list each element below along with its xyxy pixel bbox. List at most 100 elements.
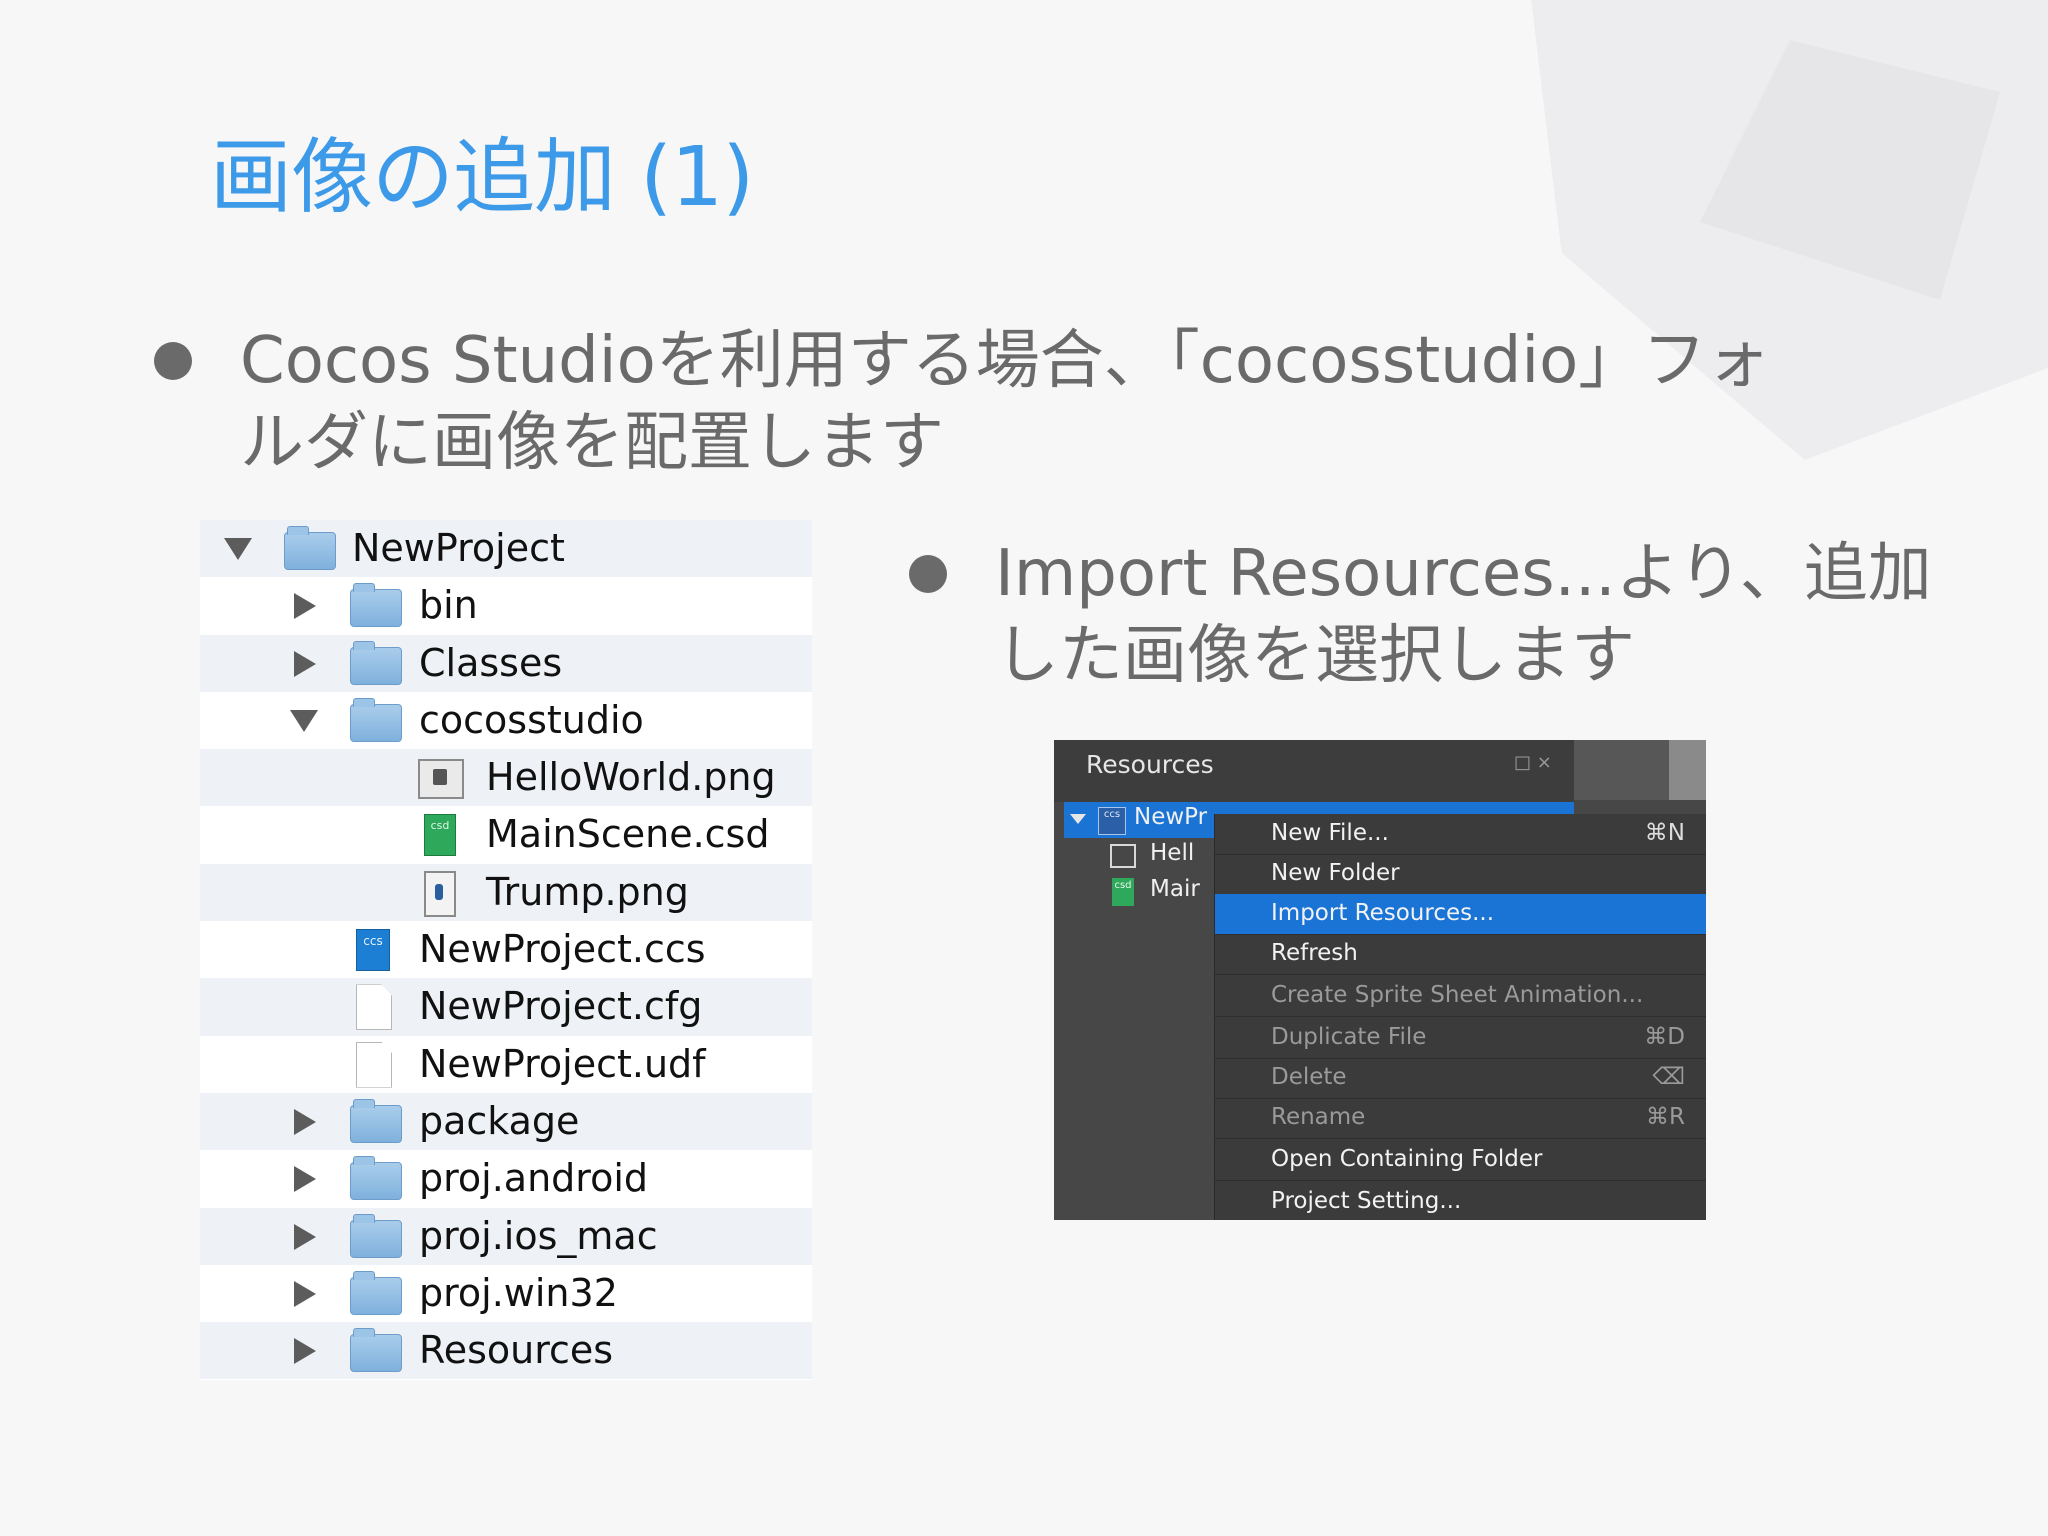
tree-row-label: NewProject.cfg	[419, 984, 703, 1029]
disclosure-down-icon[interactable]	[290, 709, 318, 732]
folder-icon	[350, 1098, 402, 1143]
menu-item-rename[interactable]: Rename ⌘R	[1215, 1098, 1706, 1139]
document-icon	[356, 984, 392, 1031]
bullet-import-resources: Import Resources...より、追加 した画像を選択します	[909, 533, 1932, 697]
tree-row-label: NewProject.udf	[419, 1041, 706, 1086]
tree-row-label: proj.android	[419, 1156, 649, 1201]
panel-header: Resources □ ×	[1054, 740, 1574, 802]
folder-icon	[350, 697, 402, 742]
bullet-text-line2: ルダに画像を配置します	[240, 406, 944, 480]
folder-icon	[350, 1156, 402, 1201]
png-file-icon	[418, 759, 464, 800]
menu-item-label: Delete	[1271, 1064, 1347, 1090]
panel-scrollbar[interactable]	[1669, 740, 1706, 800]
tree-row-cocosstudio[interactable]: cocosstudio	[200, 692, 812, 749]
tree-row-label: proj.ios_mac	[419, 1213, 658, 1258]
menu-item-label: New File...	[1271, 820, 1389, 846]
panel-title: Resources	[1086, 750, 1214, 779]
tree-row-label: proj.win32	[419, 1270, 618, 1315]
panel-window-controls[interactable]: □ ×	[1514, 752, 1552, 773]
tree-row-label: MainScene.csd	[486, 812, 770, 857]
disclosure-right-icon[interactable]	[294, 1108, 316, 1135]
disclosure-right-icon[interactable]	[294, 1338, 316, 1365]
tree-item-label: Hell	[1150, 840, 1195, 866]
menu-item-label: Open Containing Folder	[1271, 1146, 1543, 1172]
csd-file-icon: csd	[1112, 878, 1134, 906]
tree-row-label: cocosstudio	[419, 697, 644, 742]
folder-icon	[350, 1270, 402, 1315]
tree-row-label: Resources	[419, 1328, 614, 1373]
tree-row-resources[interactable]: Resources	[200, 1322, 812, 1380]
tree-item-mainscene[interactable]: csd Mair	[1110, 876, 1220, 910]
disclosure-right-icon[interactable]	[294, 1223, 316, 1250]
menu-item-label: Import Resources...	[1271, 900, 1495, 926]
menu-item-delete[interactable]: Delete ⌫	[1215, 1058, 1706, 1099]
menu-item-label: Rename	[1271, 1104, 1366, 1130]
tree-item-label: Mair	[1150, 876, 1200, 902]
menu-item-create-sprite-sheet-animation[interactable]: Create Sprite Sheet Animation...	[1215, 976, 1706, 1017]
tree-row-newproject-cfg[interactable]: NewProject.cfg	[200, 978, 812, 1036]
menu-item-refresh[interactable]: Refresh	[1215, 934, 1706, 975]
menu-item-new-file[interactable]: New File... ⌘N	[1215, 814, 1706, 855]
disclosure-down-icon[interactable]	[224, 538, 252, 560]
folder-icon	[350, 1328, 402, 1373]
tree-row-bin[interactable]: bin	[200, 577, 812, 634]
tree-row-helloworld-png[interactable]: HelloWorld.png	[200, 749, 812, 807]
document-icon	[356, 1041, 392, 1088]
slide-title: 画像の追加 (1)	[210, 130, 754, 225]
disclosure-down-icon[interactable]	[1070, 814, 1086, 824]
menu-item-shortcut: ⌫	[1652, 1064, 1685, 1090]
menu-item-shortcut: ⌘N	[1644, 820, 1685, 846]
disclosure-right-icon[interactable]	[294, 593, 316, 620]
disclosure-right-icon[interactable]	[294, 650, 316, 677]
menu-item-open-containing-folder[interactable]: Open Containing Folder	[1215, 1140, 1706, 1181]
bullet-cocos-studio: Cocos Studioを利用する場合、「cocosstudio」フォ ルダに画…	[154, 320, 1771, 484]
folder-icon	[350, 1213, 402, 1258]
tree-item-label: NewPr	[1134, 804, 1208, 830]
tree-row-newproject[interactable]: NewProject	[200, 520, 812, 578]
bullet-dot	[154, 342, 192, 380]
folder-icon	[350, 583, 402, 628]
menu-item-label: Create Sprite Sheet Animation...	[1271, 982, 1644, 1008]
resources-panel: Resources □ × ccs NewPr Hell csd Mair Ne…	[1054, 740, 1706, 1220]
tree-row-trump-png[interactable]: Trump.png	[200, 863, 812, 922]
tree-row-mainscene-csd[interactable]: csd MainScene.csd	[200, 806, 812, 863]
image-file-icon	[1110, 844, 1136, 868]
menu-item-label: Duplicate File	[1271, 1024, 1427, 1050]
ccs-file-icon: ccs	[356, 929, 390, 972]
tree-row-proj-win32[interactable]: proj.win32	[200, 1265, 812, 1322]
bullet-text-line1: Cocos Studioを利用する場合、「cocosstudio」フォ	[240, 324, 1771, 398]
ccs-file-icon: ccs	[1098, 807, 1126, 835]
tree-row-classes[interactable]: Classes	[200, 634, 812, 692]
tree-item-helloworld[interactable]: Hell	[1110, 840, 1220, 874]
tree-row-label: Trump.png	[486, 869, 689, 914]
menu-item-import-resources[interactable]: Import Resources...	[1215, 894, 1706, 935]
tree-row-label: NewProject.ccs	[419, 927, 706, 972]
folder-icon	[284, 526, 336, 570]
bullet-text-line2: した画像を選択します	[995, 619, 1635, 693]
bullet-dot	[909, 555, 947, 593]
tree-row-label: NewProject	[352, 526, 565, 570]
tree-row-label: HelloWorld.png	[486, 755, 776, 800]
tree-row-label: bin	[419, 583, 478, 628]
context-menu: New File... ⌘N New Folder Import Resourc…	[1214, 814, 1706, 1220]
tree-row-label: Classes	[419, 640, 563, 685]
csd-file-icon: csd	[424, 814, 456, 857]
menu-item-label: Project Setting...	[1271, 1188, 1462, 1214]
folder-icon	[350, 640, 402, 685]
disclosure-right-icon[interactable]	[294, 1166, 316, 1193]
tree-row-proj-android[interactable]: proj.android	[200, 1150, 812, 1207]
finder-file-tree: NewProject bin Classes cocosstudio Hello…	[200, 520, 812, 1380]
tree-row-newproject-udf[interactable]: NewProject.udf	[200, 1036, 812, 1093]
menu-item-shortcut: ⌘D	[1644, 1024, 1685, 1050]
disclosure-right-icon[interactable]	[294, 1280, 316, 1307]
menu-item-new-folder[interactable]: New Folder	[1215, 854, 1706, 895]
menu-item-label: Refresh	[1271, 940, 1358, 966]
tree-row-proj-ios-mac[interactable]: proj.ios_mac	[200, 1207, 812, 1265]
tree-row-package[interactable]: package	[200, 1092, 812, 1151]
menu-item-project-setting[interactable]: Project Setting...	[1215, 1182, 1706, 1220]
bullet-text-line1: Import Resources...より、追加	[995, 537, 1932, 611]
png-file-icon	[424, 870, 456, 917]
menu-item-duplicate-file[interactable]: Duplicate File ⌘D	[1215, 1018, 1706, 1059]
tree-row-newproject-ccs[interactable]: ccs NewProject.ccs	[200, 921, 812, 978]
